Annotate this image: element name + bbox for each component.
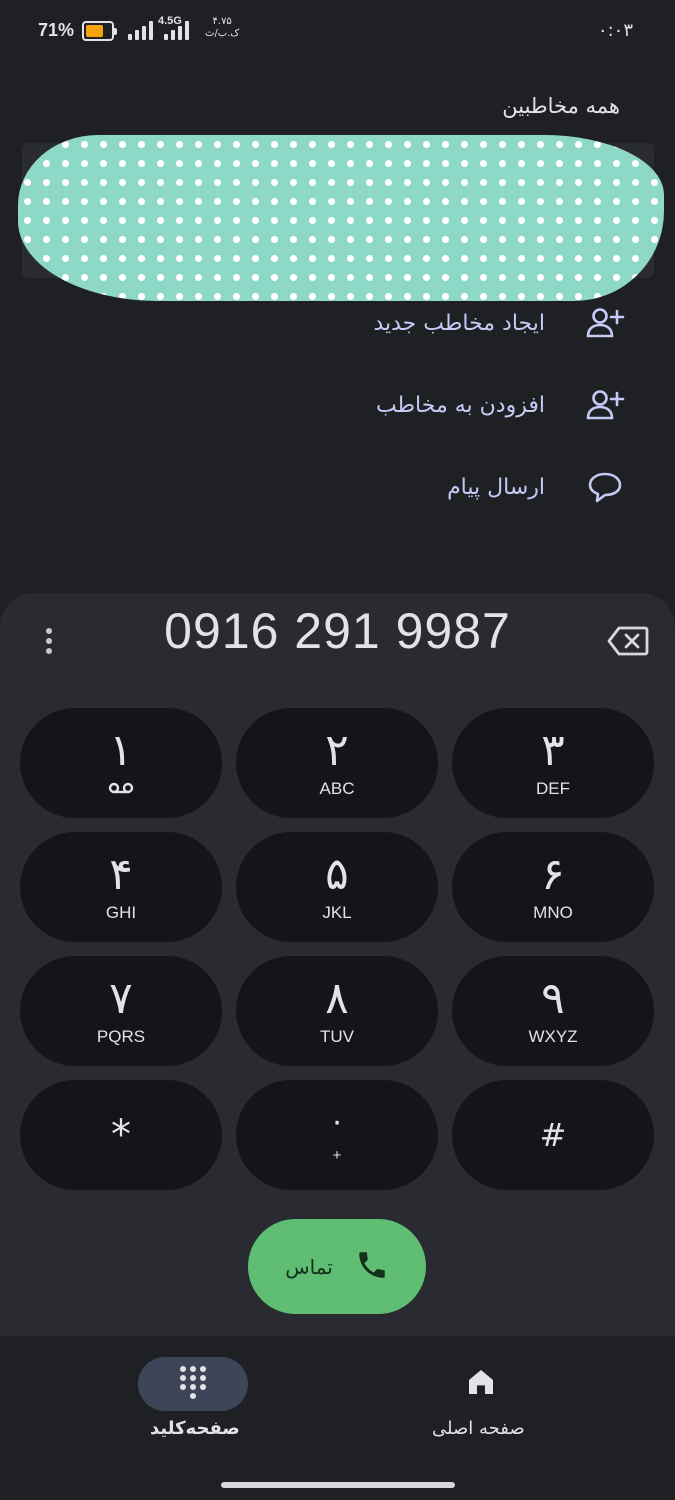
all-contacts-title: همه مخاطبین — [502, 94, 620, 118]
nav-item-dialpad[interactable] — [138, 1357, 248, 1411]
dialed-number[interactable]: 0916 291 9987 — [100, 602, 575, 660]
key-digit: ۱ — [109, 725, 133, 776]
action-label: ایجاد مخاطب جدید — [373, 310, 545, 336]
key-letters: ABC — [319, 779, 355, 798]
key-letters: PQRS — [96, 1027, 146, 1046]
send-message-button[interactable]: ارسال پیام — [447, 462, 627, 512]
key-digit: ۷ — [109, 973, 133, 1024]
key-digit: * — [111, 1112, 131, 1158]
key-letters: JKL — [322, 903, 352, 922]
call-button[interactable]: تماس — [248, 1219, 426, 1314]
key-1[interactable]: ۱ — [20, 708, 222, 818]
speed-unit: ک.ب/ث — [205, 28, 240, 39]
create-new-contact-button[interactable]: ایجاد مخاطب جدید — [373, 298, 627, 348]
key-star[interactable]: * — [20, 1080, 222, 1190]
voicemail-icon — [108, 779, 134, 799]
phone-icon — [355, 1248, 389, 1286]
message-bubble-icon — [583, 465, 627, 509]
signal-strength-icon-2 — [164, 20, 189, 40]
key-2[interactable]: ۲ ABC — [236, 708, 438, 818]
key-digit: ۹ — [541, 973, 565, 1024]
speed-value: ۴.۷۵ — [212, 16, 232, 27]
dialpad-icon — [178, 1365, 208, 1403]
battery-percent: 71% — [38, 20, 75, 40]
key-letters: WXYZ — [528, 1027, 578, 1046]
nav-label-home[interactable]: صفحه اصلی — [432, 1418, 525, 1439]
signal-strength-icon — [128, 20, 153, 40]
key-letters: TUV — [320, 1027, 354, 1046]
clock: ۰:۰۳ — [597, 20, 633, 41]
key-6[interactable]: ۶ MNO — [452, 832, 654, 942]
key-digit: ۸ — [325, 973, 349, 1024]
person-add-icon — [583, 301, 627, 345]
key-letters: MNO — [533, 903, 573, 922]
action-label: ارسال پیام — [447, 474, 545, 500]
gesture-bar[interactable] — [221, 1482, 455, 1488]
key-digit: ۴ — [109, 849, 133, 900]
person-add-icon — [583, 383, 627, 427]
add-to-contact-button[interactable]: افزودن به مخاطب — [376, 380, 627, 430]
key-7[interactable]: ۷ PQRS — [20, 956, 222, 1066]
status-bar: 71% 4.5G ۴.۷۵ ک.ب/ث ۰:۰۳ — [0, 0, 675, 62]
call-label: تماس — [285, 1254, 333, 1279]
key-9[interactable]: ۹ WXYZ — [452, 956, 654, 1066]
key-digit: ۳ — [541, 725, 565, 776]
key-letters: DEF — [536, 779, 570, 798]
network-speed: ۴.۷۵ ک.ب/ث — [205, 16, 239, 40]
key-letters: GHI — [105, 903, 137, 922]
key-hash[interactable]: # — [452, 1080, 654, 1190]
battery-icon — [82, 21, 117, 41]
home-icon — [465, 1366, 497, 1402]
bottom-navigation — [0, 1336, 675, 1500]
key-digit: ۰ — [328, 1103, 346, 1139]
nav-item-home[interactable] — [426, 1357, 536, 1411]
key-digit: ۵ — [325, 849, 349, 900]
key-digit: # — [539, 1116, 567, 1154]
key-letters: + — [332, 1146, 342, 1164]
action-label: افزودن به مخاطب — [375, 392, 545, 418]
nav-label-dialpad[interactable]: صفحه‌کلید — [150, 1418, 240, 1439]
key-digit: ۶ — [541, 849, 565, 900]
key-3[interactable]: ۳ DEF — [452, 708, 654, 818]
key-8[interactable]: ۸ TUV — [236, 956, 438, 1066]
key-digit: ۲ — [325, 725, 349, 776]
key-4[interactable]: ۴ GHI — [20, 832, 222, 942]
redaction-overlay — [18, 135, 664, 301]
key-0[interactable]: ۰ + — [236, 1080, 438, 1190]
backspace-icon[interactable] — [606, 624, 650, 658]
more-options-icon[interactable] — [38, 626, 60, 656]
key-5[interactable]: ۵ JKL — [236, 832, 438, 942]
